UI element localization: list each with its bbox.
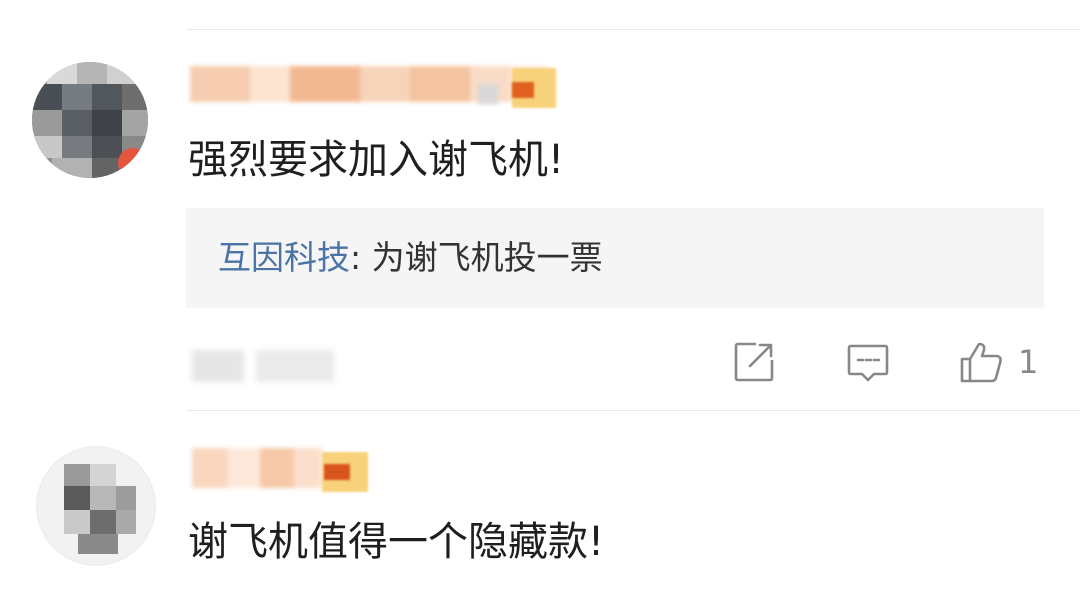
reply-box[interactable]: 互因科技: 为谢飞机投一票 bbox=[186, 208, 1044, 308]
comment-feed: 强烈要求加入谢飞机! 互因科技: 为谢飞机投一票 1 谢飞机值得一个隐藏款! bbox=[0, 0, 1080, 591]
source-redacted bbox=[256, 350, 334, 382]
username-redacted[interactable] bbox=[190, 66, 560, 102]
level-badge-icon bbox=[322, 452, 368, 492]
reply-line: 互因科技: 为谢飞机投一票 bbox=[218, 236, 603, 280]
share-button[interactable] bbox=[732, 338, 776, 386]
comment-button[interactable] bbox=[846, 338, 890, 386]
comment-text: 强烈要求加入谢飞机! bbox=[188, 137, 565, 183]
like-button[interactable]: 1 bbox=[958, 338, 1038, 386]
comment-text: 谢飞机值得一个隐藏款! bbox=[188, 519, 605, 565]
reply-separator: : bbox=[350, 238, 372, 277]
separator-dot bbox=[478, 84, 498, 104]
avatar[interactable] bbox=[36, 446, 156, 566]
reply-text: 为谢飞机投一票 bbox=[371, 238, 603, 277]
reply-author-link[interactable]: 互因科技 bbox=[218, 238, 350, 277]
like-count: 1 bbox=[1018, 343, 1039, 381]
thumbs-up-icon bbox=[960, 342, 1002, 383]
share-icon bbox=[734, 342, 774, 382]
comment-divider bbox=[186, 410, 1080, 411]
level-badge-icon bbox=[512, 68, 556, 108]
top-divider bbox=[186, 29, 1080, 30]
timestamp-redacted bbox=[192, 350, 244, 382]
username-redacted[interactable] bbox=[192, 448, 322, 488]
avatar[interactable] bbox=[32, 62, 148, 178]
comment-icon bbox=[847, 344, 889, 382]
